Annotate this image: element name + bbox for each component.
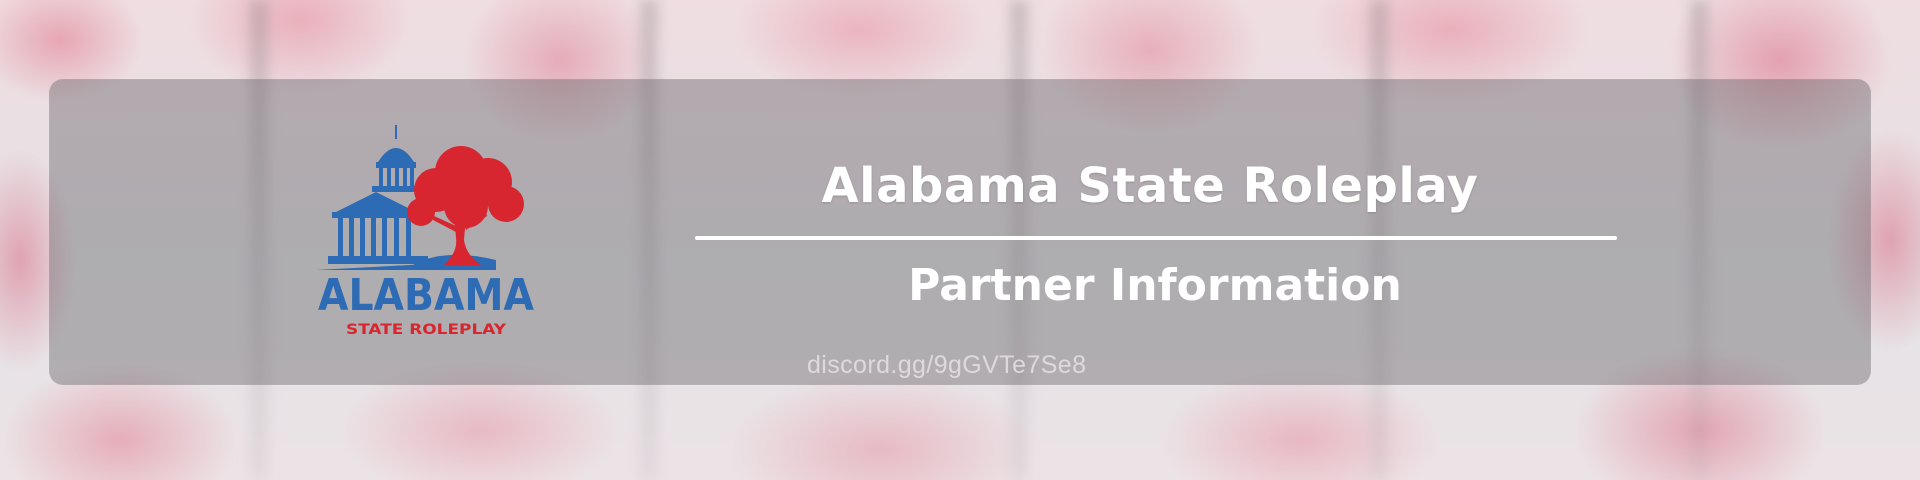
- oak-tree-icon: [407, 146, 524, 265]
- alabama-state-roleplay-logo: ALABAMA STATE ROLEPLAY: [316, 120, 536, 345]
- banner-title: Alabama State Roleplay: [821, 158, 1479, 214]
- banner-subtitle: Partner Information: [908, 260, 1402, 311]
- title-divider: [695, 236, 1617, 240]
- logo-wordmark: ALABAMA: [318, 270, 534, 321]
- logo-tagline: STATE ROLEPLAY: [346, 322, 507, 338]
- discord-invite-link[interactable]: discord.gg/9gGVTe7Se8: [807, 348, 1086, 382]
